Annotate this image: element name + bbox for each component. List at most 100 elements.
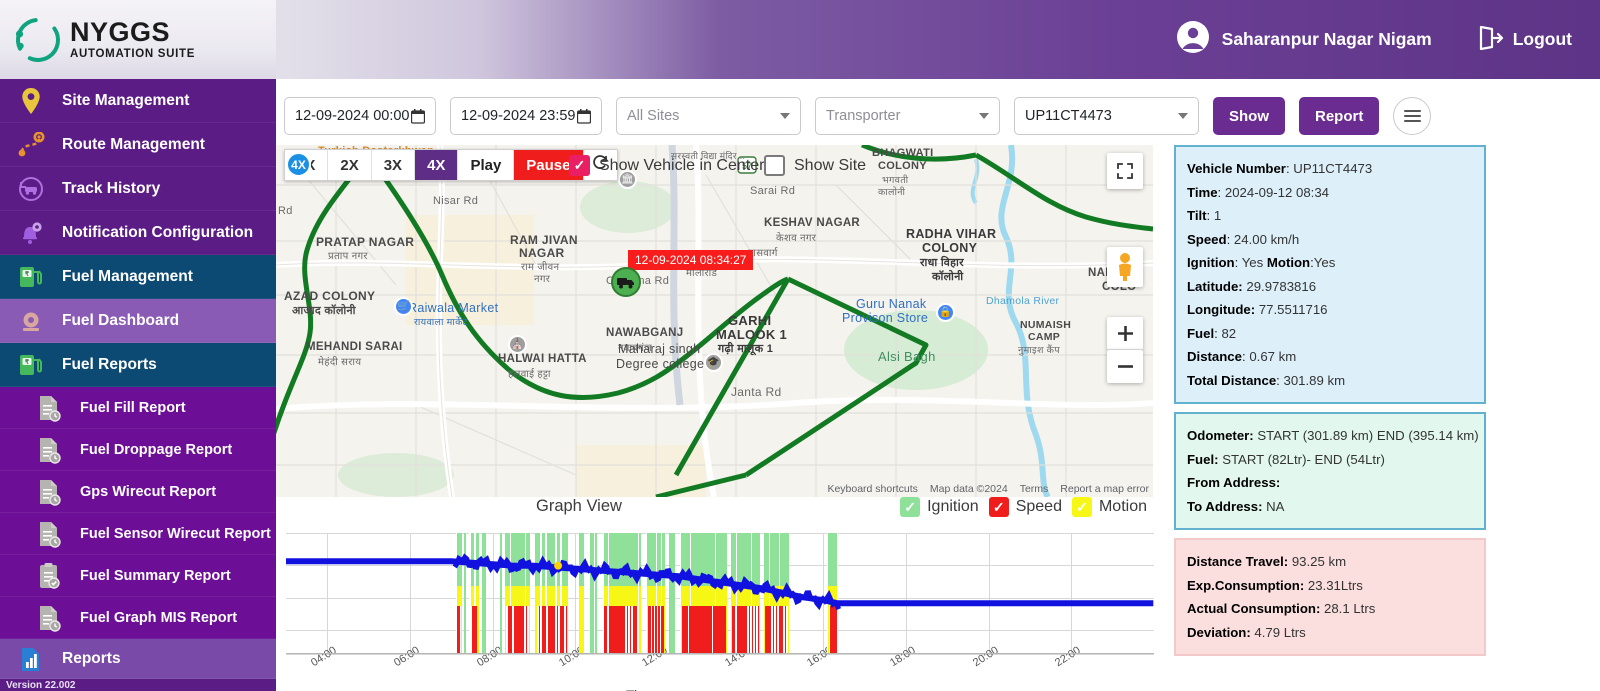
sidebar-item-route-management[interactable]: Route Management (0, 123, 276, 167)
info-label: Vehicle Number (1187, 161, 1286, 176)
trip-info-row: To Address: NA (1187, 495, 1473, 519)
consumption-info-row: Exp.Consumption: 23.31Ltrs (1187, 574, 1473, 598)
transporter-select[interactable]: Transporter (815, 97, 1000, 135)
zoom-out-button[interactable] (1107, 350, 1143, 383)
fullscreen-button[interactable] (1107, 153, 1143, 189)
info-label: Odometer: (1187, 428, 1254, 443)
poi-mandir-icon[interactable]: ⛪ (508, 335, 527, 354)
calendar-icon[interactable] (577, 109, 591, 124)
poi-guru-nanak-store-icon[interactable]: 🔒 (936, 303, 955, 322)
trip-info-row: Odometer: START (301.89 km) END (395.14 … (1187, 424, 1473, 448)
sidebar-item-site-management[interactable]: Site Management (0, 79, 276, 123)
user-name: Saharanpur Nagar Nigam (1222, 29, 1432, 50)
speed-2x-button[interactable]: 2X (328, 150, 371, 180)
map-attribution-item[interactable]: Keyboard shortcuts (827, 483, 917, 495)
info-label: Deviation: (1187, 625, 1251, 640)
route-icon (16, 130, 46, 160)
poi-college-icon[interactable]: 🎓 (704, 353, 723, 372)
show-button[interactable]: Show (1213, 97, 1285, 135)
map-attribution-item[interactable]: Terms (1020, 483, 1049, 495)
report-doc-icon (34, 603, 64, 633)
sidebar-item-label: Fuel Fill Report (80, 400, 186, 416)
chart-plot-area[interactable] (286, 533, 1154, 654)
chart-x-axis (286, 653, 1154, 654)
logout-button[interactable]: Logout (1478, 25, 1572, 55)
map-view[interactable]: 57 Turkish DastarkhwanRdNisar RdPRATAP N… (276, 145, 1153, 497)
info-label: From Address: (1187, 475, 1280, 490)
logout-icon (1478, 25, 1504, 55)
bell-gear-icon (16, 218, 46, 248)
map-label: गढ़ी मालूक 1 (718, 341, 773, 356)
sidebar-item-fuel-dashboard[interactable]: Fuel Dashboard (0, 299, 276, 343)
sidebar-item-gps-wirecut-report[interactable]: Gps Wirecut Report (0, 471, 276, 513)
map-label: MEHANDI SARAI (306, 341, 403, 353)
sidebar-item-fuel-droppage-report[interactable]: Fuel Droppage Report (0, 429, 276, 471)
checkbox-unchecked-icon[interactable] (764, 155, 785, 176)
vehicle-marker-icon[interactable] (611, 267, 641, 297)
vehicle-info-card: Vehicle Number: UP11CT4473 Time: 2024-09-… (1174, 145, 1486, 404)
user-profile[interactable]: Saharanpur Nagar Nigam (1176, 20, 1432, 59)
sidebar-item-track-history[interactable]: Track History (0, 167, 276, 211)
map-label: केशव नगर (776, 230, 816, 244)
site-select[interactable]: All Sites (616, 97, 801, 135)
playback-control-bar[interactable]: 1X2X3X4XPlayPause (284, 149, 618, 181)
sidebar-item-notification-configuration[interactable]: Notification Configuration (0, 211, 276, 255)
map-attribution-item[interactable]: Map data ©2024 (930, 483, 1008, 495)
sidebar-item-label: Fuel Dashboard (62, 312, 179, 330)
legend-checkbox-icon[interactable]: ✓ (900, 497, 920, 517)
map-canvas[interactable]: 57 Turkish DastarkhwanRdNisar RdPRATAP N… (276, 145, 1153, 497)
map-label: HALWAI HATTA (498, 353, 587, 365)
play-button[interactable]: Play (458, 150, 514, 180)
map-label: Provison Store (842, 311, 928, 325)
info-value: START (301.89 km) END (395.14 km) (1257, 428, 1478, 443)
bar-chart-icon (16, 644, 46, 674)
map-label: RAM JIVAN (510, 233, 578, 247)
show-vehicle-in-center-toggle[interactable]: ✓ Show Vehicle in Center (569, 155, 764, 176)
info-value: 28.1 Ltrs (1324, 601, 1375, 616)
sidebar-item-reports[interactable]: Reports (0, 639, 276, 679)
legend-item-ignition[interactable]: ✓ Ignition (900, 497, 979, 517)
sidebar-item-fuel-fill-report[interactable]: Fuel Fill Report (0, 387, 276, 429)
poi-raiwala-market-icon[interactable]: 🛒 (394, 297, 413, 316)
hamburger-bar (1404, 120, 1421, 122)
map-attribution-item[interactable]: Report a map error (1060, 483, 1149, 495)
dashboard-icon (16, 306, 46, 336)
report-doc-icon (34, 393, 64, 423)
menu-button[interactable] (1393, 97, 1431, 135)
brand-name: NYGGS (70, 19, 195, 46)
consumption-info-row: Distance Travel: 93.25 km (1187, 550, 1473, 574)
checkbox-checked-icon[interactable]: ✓ (569, 155, 590, 176)
map-label: KESHAV NAGAR (764, 217, 860, 229)
legend-checkbox-icon[interactable]: ✓ (989, 497, 1009, 517)
date-to-input[interactable]: 12-09-2024 23:59 (450, 97, 602, 135)
info-sep: : (1286, 161, 1290, 176)
info-label: Distance Travel: (1187, 554, 1288, 569)
hamburger-bar (1404, 110, 1421, 112)
sidebar-item-fuel-summary-report[interactable]: Fuel Summary Report (0, 555, 276, 597)
speed-4x-button[interactable]: 4X (415, 150, 458, 180)
info-value: START (82Ltr)- END (54Ltr) (1222, 452, 1385, 467)
filter-toolbar: 12-09-2024 00:00 12-09-2024 23:59 All Si… (276, 87, 1600, 145)
zoom-in-button[interactable] (1107, 317, 1143, 350)
sidebar-item-label: Fuel Sensor Wirecut Report (80, 526, 271, 542)
sidebar-item-fuel-graph-mis-report[interactable]: Fuel Graph MIS Report (0, 597, 276, 639)
vehicle-select[interactable]: UP11CT4473 (1014, 97, 1199, 135)
map-label: मेहंदी सराय (318, 354, 361, 368)
info-value: 2024-09-12 08:34 (1225, 185, 1329, 200)
map-label: हलवाई हट्टा (508, 366, 551, 380)
speed-3x-button[interactable]: 3X (372, 150, 415, 180)
sidebar-item-fuel-management[interactable]: ₹ Fuel Management (0, 255, 276, 299)
sidebar-item-fuel-reports[interactable]: ₹ Fuel Reports (0, 343, 276, 387)
info-value: 1 (1214, 208, 1221, 223)
calendar-icon[interactable] (411, 109, 425, 124)
date-from-input[interactable]: 12-09-2024 00:00 (284, 97, 436, 135)
legend-checkbox-icon[interactable]: ✓ (1072, 497, 1092, 517)
show-site-toggle[interactable]: Show Site (764, 155, 866, 176)
legend-item-speed[interactable]: ✓ Speed (989, 497, 1062, 517)
report-button[interactable]: Report (1299, 97, 1379, 135)
map-label: Degree college (616, 357, 704, 371)
sidebar-item-label: Gps Wirecut Report (80, 484, 216, 500)
sidebar-item-fuel-sensor-wirecut-report[interactable]: Fuel Sensor Wirecut Report (0, 513, 276, 555)
legend-item-motion[interactable]: ✓ Motion (1072, 497, 1147, 517)
pegman-streetview-button[interactable] (1107, 247, 1143, 287)
